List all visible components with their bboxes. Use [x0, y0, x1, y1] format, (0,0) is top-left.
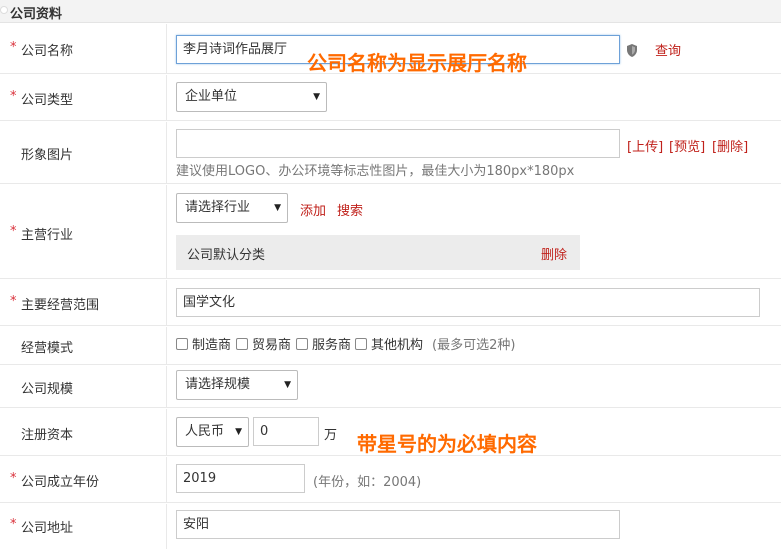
annotation-company-name: 公司名称为显示展厅名称	[307, 51, 527, 75]
required-mark: *	[10, 224, 17, 239]
section-title: 公司资料	[10, 7, 63, 22]
required-mark: *	[10, 471, 17, 486]
query-link[interactable]: 查询	[655, 40, 681, 59]
business-scope-label: 主要经营范围	[21, 298, 100, 313]
company-type-select[interactable]: 企业单位 ▼	[176, 82, 327, 112]
row-founded: * 公司成立年份 2019 (年份，如：2004)	[0, 457, 781, 503]
image-hint: 建议使用LOGO、办公环境等标志性图片，最佳大小为180px*180px	[176, 164, 575, 179]
company-name-label: 公司名称	[21, 44, 74, 59]
currency-select[interactable]: 人民币 ▼	[176, 417, 249, 447]
annotation-required-note: 带星号的为必填内容	[357, 432, 537, 456]
founded-label: 公司成立年份	[21, 475, 100, 490]
company-type-selected: 企业单位	[185, 89, 238, 104]
founded-year-input[interactable]: 2019	[176, 464, 305, 493]
section-bullet-icon	[0, 6, 8, 14]
row-image: 形象图片 [上传] [预览] [删除] 建议使用LOGO、办公环境等标志性图片，…	[0, 122, 781, 184]
section-header: 公司资料	[0, 0, 781, 23]
mode-option-label: 制造商	[192, 338, 232, 353]
row-company-type: * 公司类型 企业单位 ▼	[0, 75, 781, 121]
chevron-down-icon: ▼	[274, 203, 281, 213]
chevron-down-icon: ▼	[235, 427, 242, 437]
mode-option-trader[interactable]: 贸易商	[236, 334, 292, 353]
row-business-scope: * 主要经营范围 国学文化	[0, 280, 781, 326]
mode-option-label: 其他机构	[371, 338, 424, 353]
industry-selected: 请选择行业	[185, 200, 251, 215]
row-address: * 公司地址 安阳	[0, 504, 781, 549]
industry-select[interactable]: 请选择行业 ▼	[176, 193, 288, 223]
currency-selected: 人民币	[185, 424, 225, 439]
chevron-down-icon: ▼	[313, 92, 320, 102]
address-input[interactable]: 安阳	[176, 510, 620, 539]
required-mark: *	[10, 89, 17, 104]
founded-hint: (年份，如：2004)	[313, 475, 422, 490]
checkbox[interactable]	[176, 338, 188, 350]
company-size-select[interactable]: 请选择规模 ▼	[176, 370, 298, 400]
image-label: 形象图片	[21, 148, 74, 163]
address-label: 公司地址	[21, 521, 74, 536]
default-category-item: 公司默认分类 删除	[176, 235, 580, 270]
business-mode-note: (最多可选2种)	[432, 338, 516, 353]
row-capital: 注册资本 人民币 ▼ 0 万 带星号的为必填内容	[0, 409, 781, 456]
chevron-down-icon: ▼	[284, 380, 291, 390]
capital-amount-input[interactable]: 0	[253, 417, 319, 446]
search-industry-link[interactable]: 搜索	[337, 200, 363, 219]
default-category-label: 公司默认分类	[187, 248, 266, 263]
add-industry-link[interactable]: 添加	[300, 200, 326, 219]
required-mark: *	[10, 517, 17, 532]
checkbox[interactable]	[355, 338, 367, 350]
company-size-label: 公司规模	[21, 382, 74, 397]
checkbox[interactable]	[236, 338, 248, 350]
capital-unit: 万	[324, 428, 338, 443]
row-company-name: * 公司名称 李月诗词作品展厅 查询 公司名称为显示展厅名称	[0, 24, 781, 75]
preview-link[interactable]: [预览]	[669, 136, 705, 155]
shield-icon[interactable]	[626, 44, 638, 57]
delete-category-link[interactable]: 删除	[541, 244, 567, 263]
business-scope-input[interactable]: 国学文化	[176, 288, 760, 317]
mode-option-service[interactable]: 服务商	[296, 334, 352, 353]
row-company-size: 公司规模 请选择规模 ▼	[0, 366, 781, 408]
required-mark: *	[10, 294, 17, 309]
mode-option-other[interactable]: 其他机构	[355, 334, 424, 353]
mode-option-label: 服务商	[312, 338, 352, 353]
capital-label: 注册资本	[21, 428, 74, 443]
business-mode-label: 经营模式	[21, 341, 74, 356]
company-type-label: 公司类型	[21, 93, 74, 108]
mode-option-manufacturer[interactable]: 制造商	[176, 334, 232, 353]
mode-option-label: 贸易商	[252, 338, 292, 353]
image-path-input[interactable]	[176, 129, 620, 158]
company-size-selected: 请选择规模	[185, 377, 251, 392]
upload-link[interactable]: [上传]	[627, 136, 663, 155]
industry-label: 主营行业	[21, 228, 74, 243]
checkbox[interactable]	[296, 338, 308, 350]
delete-image-link[interactable]: [删除]	[712, 136, 748, 155]
required-mark: *	[10, 40, 17, 55]
